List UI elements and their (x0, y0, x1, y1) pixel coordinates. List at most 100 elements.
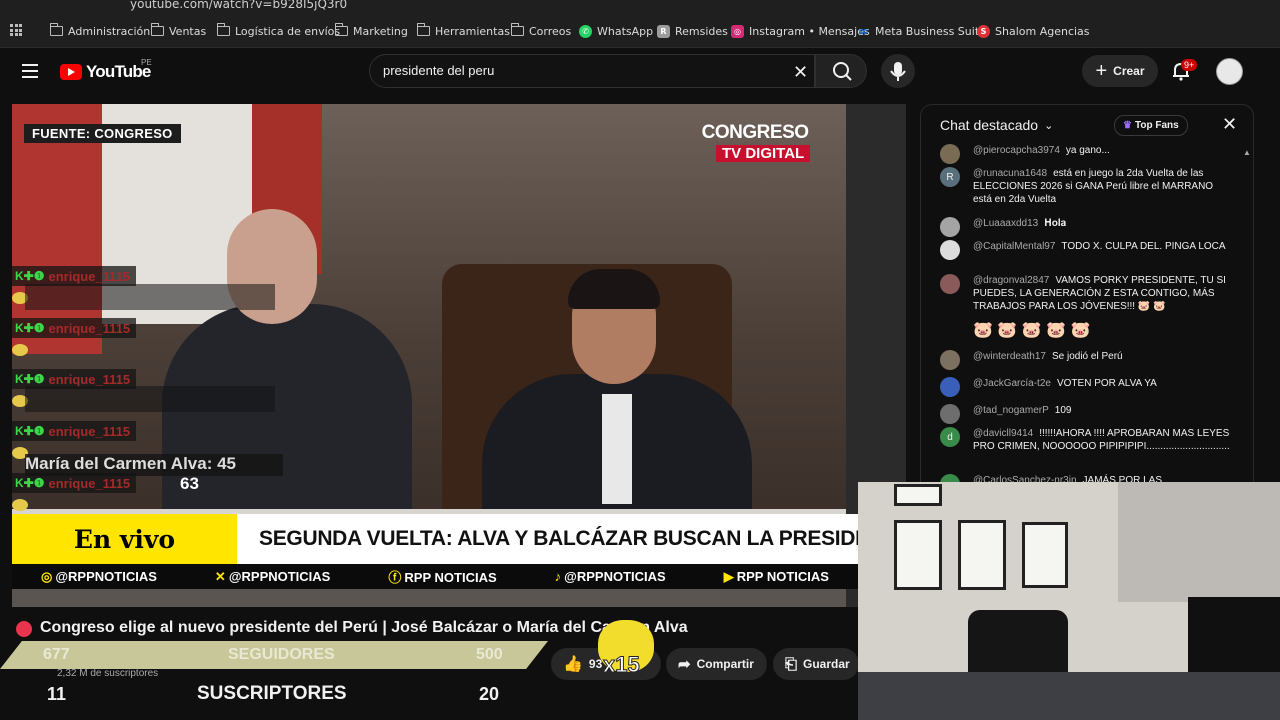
channel-subscribers: 2,32 M de suscriptores (57, 668, 159, 679)
chat-text: ya gano... (1065, 145, 1110, 156)
bookmark-herramientas[interactable]: Herramientas (417, 23, 510, 39)
chat-message: @tad_nogamerP 109 (940, 404, 1230, 424)
followers-label: SEGUIDORES (228, 646, 335, 663)
save-label: Guardar (803, 657, 850, 671)
stream-chat-user: enrique_1115 (48, 320, 131, 336)
badges-icon: K✚❶ (15, 476, 45, 490)
desk (858, 672, 1280, 720)
emote-icon (12, 344, 28, 356)
chat-avatar (940, 144, 960, 164)
chat-text: 109 (1054, 405, 1072, 416)
thumbs-up-icon: 👍 (563, 656, 583, 673)
url-text[interactable]: youtube.com/watch?v=b928I5jQ3r0 (130, 0, 347, 11)
video-player[interactable]: FUENTE: CONGRESO CONGRESO TV DIGITAL K✚❶… (12, 104, 906, 607)
search-icon (833, 62, 852, 81)
stream-chat-row: K✚❶ enrique_1115 (12, 473, 137, 493)
bookmark-marketing[interactable]: Marketing (335, 23, 408, 39)
share-button[interactable]: ➦ Compartir (666, 648, 767, 680)
share-icon: ➦ (678, 656, 691, 673)
search-button[interactable] (815, 54, 867, 88)
bookmark-logistica[interactable]: Logística de envíos (217, 23, 340, 39)
address-bar[interactable]: youtube.com/watch?v=b928I5jQ3r0 (0, 0, 1280, 14)
save-button[interactable]: ⎗ Guardar (773, 648, 859, 680)
chat-author[interactable]: @pierocapcha3974 (973, 145, 1060, 156)
folder-icon (335, 23, 348, 36)
bookmark-whatsapp[interactable]: ✆ WhatsApp (579, 23, 653, 39)
chat-emotes: 🐷 🐷 🐷 🐷 🐷 (973, 322, 1091, 339)
chat-message: R @runacuna1648 está en juego la 2da Vuel… (940, 167, 1230, 206)
live-indicator-icon (16, 621, 32, 637)
person-left (162, 304, 412, 544)
bookmark-administracion[interactable]: Administración (50, 23, 150, 39)
wall-frame (894, 520, 942, 590)
bookmark-ventas[interactable]: Ventas (151, 23, 206, 39)
bookmark-label: WhatsApp (597, 24, 654, 38)
chat-mode-selector[interactable]: Chat destacado ⌄ (940, 117, 1053, 133)
chat-avatar: R (940, 167, 960, 187)
shalom-icon: S (977, 24, 990, 38)
news-headline: SEGUNDA VUELTA: ALVA Y BALCÁZAR BUSCAN L… (237, 514, 858, 564)
chat-message: @Luaaaxdd13 𝐇𝐨𝐥𝐚 (940, 217, 1230, 237)
bookmark-shalom[interactable]: S Shalom Agencias (977, 23, 1090, 39)
chat-avatar (940, 217, 960, 237)
subscribers-goal: 20 (479, 684, 500, 704)
folder-icon (50, 23, 63, 36)
bookmark-label: Administración (68, 24, 151, 38)
bookmark-icon: ⎗ (785, 655, 798, 673)
wall-frame (1022, 522, 1068, 588)
video-title: Congreso elige al nuevo presidente del P… (40, 619, 688, 636)
chat-avatar (940, 274, 960, 294)
stream-chat-user: enrique_1115 (48, 268, 131, 284)
chat-author[interactable]: @tad_nogamerP (973, 405, 1049, 416)
monitor (1188, 597, 1280, 677)
chat-avatar (940, 377, 960, 397)
chat-text: VOTEN POR ALVA YA (1056, 378, 1157, 389)
close-chat-icon[interactable]: ✕ (1222, 114, 1237, 135)
followers-current: 677 (43, 646, 70, 663)
voice-search-button[interactable] (881, 54, 915, 88)
crown-icon: ♛ (1123, 120, 1132, 131)
source-label: FUENTE: CONGRESO (24, 124, 181, 143)
account-avatar[interactable] (1216, 58, 1243, 85)
youtube-logo[interactable]: YouTube (60, 62, 151, 82)
chat-author[interactable]: @dragonval2847 (973, 275, 1049, 286)
chat-author[interactable]: @davicll9414 (973, 428, 1033, 439)
bookmark-remsides[interactable]: R Remsides (657, 23, 728, 39)
apps-icon[interactable] (10, 24, 22, 36)
chat-avatar (940, 350, 960, 370)
social-handles-bar: ◎ @RPPNOTICIAS ✕ @RPPNOTICIAS ⓕ RPP NOTICIA… (12, 564, 858, 589)
instagram-icon: ◎ (731, 24, 744, 38)
chat-author[interactable]: @winterdeath17 (973, 351, 1046, 362)
chat-text: Se jodió el Perú (1051, 351, 1123, 362)
bookmark-label: Meta Business Suite (875, 24, 986, 38)
search-query[interactable]: presidente del peru (383, 63, 494, 78)
social-handle: ♪ @RPPNOTICIAS (555, 569, 666, 584)
scroll-up-icon[interactable]: ▲ (1243, 148, 1251, 157)
chat-author[interactable]: @runacuna1648 (973, 168, 1047, 179)
live-label: En vivo (12, 514, 237, 564)
top-fans-button[interactable]: ♛ Top Fans (1114, 115, 1188, 136)
clear-search-icon[interactable]: ✕ (793, 62, 808, 83)
top-fans-label: Top Fans (1134, 120, 1179, 131)
tiktok-icon: ♪ (554, 569, 562, 584)
badges-icon: K✚❶ (15, 269, 45, 283)
bookmark-meta[interactable]: ∞ Meta Business Suite (857, 23, 986, 39)
bookmark-correos[interactable]: Correos (511, 23, 571, 39)
chat-author[interactable]: @JackGarcía-t2e (973, 378, 1051, 389)
bookmark-instagram[interactable]: ◎ Instagram • Mensajes (731, 23, 870, 39)
chat-author[interactable]: @CapitalMental97 (973, 241, 1055, 252)
menu-icon[interactable] (22, 64, 38, 78)
chat-message: @winterdeath17 Se jodió el Perú (940, 350, 1230, 370)
notification-count-badge: 9+ (1181, 59, 1198, 71)
stream-chat-user: enrique_1115 (48, 475, 131, 491)
chat-message: @JackGarcía-t2e VOTEN POR ALVA YA (940, 377, 1230, 397)
create-button[interactable]: + Crear (1082, 55, 1158, 87)
microphone-icon (890, 62, 906, 81)
instagram-icon: ◎ (41, 568, 53, 584)
folder-icon (417, 23, 430, 36)
chevron-down-icon: ⌄ (1044, 119, 1054, 132)
badges-icon: K✚❶ (15, 321, 45, 335)
region-code: PE (141, 58, 152, 67)
bookmark-label: Remsides (675, 24, 728, 38)
chat-author[interactable]: @Luaaaxdd13 (973, 218, 1038, 229)
